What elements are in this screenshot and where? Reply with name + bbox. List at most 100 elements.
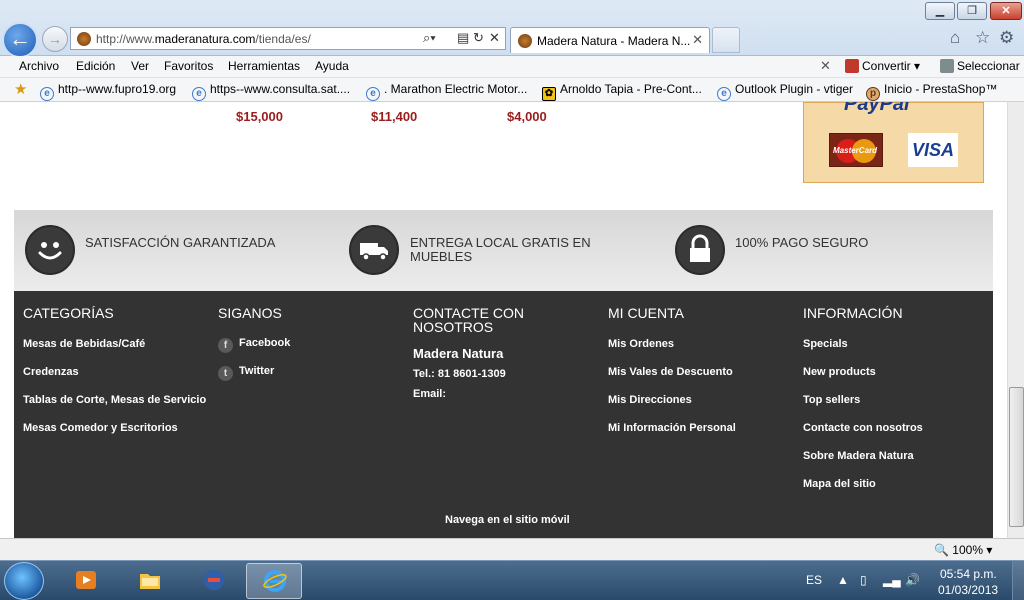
- prestashop-icon: p: [866, 87, 880, 101]
- network-icon[interactable]: ▂▄: [883, 573, 901, 587]
- footer-follow-title: SIGANOS: [218, 305, 282, 321]
- tab-title: Madera Natura - Madera N...: [537, 34, 691, 48]
- footer-contact-email: Email:: [413, 388, 447, 400]
- footer-link-sobre[interactable]: Sobre Madera Natura: [803, 450, 914, 462]
- footer-account-title: MI CUENTA: [608, 305, 684, 321]
- battery-icon[interactable]: ▯: [860, 573, 867, 587]
- forward-button[interactable]: →: [42, 26, 68, 52]
- start-button[interactable]: [4, 562, 44, 600]
- paw-icon: ✿: [542, 87, 556, 101]
- show-hidden-icons[interactable]: ▲: [837, 573, 849, 587]
- taskbar-explorer[interactable]: [122, 563, 178, 599]
- windows-taskbar: ES ▲ ▯ ▂▄ 🔊 05:54 p.m. 01/03/2013: [0, 560, 1024, 600]
- footer-link-facebook[interactable]: f Facebook: [218, 337, 290, 353]
- footer-contact-phone: Tel.: 81 8601-1309: [413, 368, 506, 380]
- fav-consulta-sat[interactable]: e https--www.consulta.sat....: [192, 82, 350, 101]
- clock-time[interactable]: 05:54 p.m.: [940, 567, 997, 581]
- ie-page-icon: e: [717, 87, 731, 101]
- footer-contact-title: CONTACTE CON NOSOTROS: [413, 305, 524, 335]
- address-bar[interactable]: http://www.maderanatura.com/tienda/es/ ⌕…: [70, 27, 506, 50]
- page-viewport: $15,000 $11,400 $4,000 PayPal MasterCard…: [0, 102, 1007, 538]
- footer-link-contacte[interactable]: Contacte con nosotros: [803, 422, 923, 434]
- back-button[interactable]: ←: [2, 22, 38, 58]
- scrollbar-thumb[interactable]: [1009, 387, 1024, 527]
- tab-favicon-icon: [518, 34, 532, 48]
- footer-link-mesas-bebidas[interactable]: Mesas de Bebidas/Café: [23, 338, 145, 350]
- favorites-add-icon[interactable]: ★: [14, 80, 27, 98]
- media-player-icon: [76, 571, 96, 589]
- tab-madera-natura[interactable]: Madera Natura - Madera N... ✕: [510, 27, 710, 53]
- language-indicator[interactable]: ES: [806, 573, 822, 587]
- fav-arnoldo-tapia[interactable]: ✿ Arnoldo Tapia - Pre-Cont...: [542, 82, 702, 101]
- folder-icon: [140, 574, 160, 589]
- footer-link-credenzas[interactable]: Credenzas: [23, 366, 79, 378]
- menu-edicion[interactable]: Edición: [76, 59, 115, 73]
- favorites-star-icon[interactable]: ☆: [975, 28, 990, 48]
- footer-link-new-products[interactable]: New products: [803, 366, 876, 378]
- footer-link-mesas-comedor[interactable]: Mesas Comedor y Escritorios: [23, 422, 178, 434]
- footer-link-specials[interactable]: Specials: [803, 338, 848, 350]
- truck-icon: [349, 225, 399, 275]
- tab-close-icon[interactable]: ✕: [692, 32, 703, 48]
- close-window-button[interactable]: ✕: [990, 2, 1022, 20]
- favorites-bar: ★ e http--www.fupro19.org e https--www.con…: [0, 78, 1024, 102]
- convert-button[interactable]: Convertir ▾: [845, 59, 920, 73]
- footer-link-twitter[interactable]: t Twitter: [218, 365, 274, 381]
- footer-contact-name: Madera Natura: [413, 346, 504, 361]
- taskbar-media-player[interactable]: [58, 563, 114, 599]
- menu-archivo[interactable]: Archivo: [19, 59, 59, 73]
- tools-gear-icon[interactable]: ⚙: [999, 28, 1014, 48]
- footer-link-tablas-corte[interactable]: Tablas de Corte, Mesas de Servicio: [23, 394, 206, 406]
- menu-favoritos[interactable]: Favoritos: [164, 59, 213, 73]
- ie-page-icon: e: [366, 87, 380, 101]
- fav-fupro19[interactable]: e http--www.fupro19.org: [40, 82, 176, 101]
- close-toolbar-icon[interactable]: ✕: [820, 58, 831, 74]
- page-scrollbar[interactable]: [1007, 102, 1024, 538]
- taskbar-app[interactable]: [186, 563, 242, 599]
- home-icon[interactable]: ⌂: [950, 28, 960, 48]
- new-tab-button[interactable]: [712, 27, 740, 53]
- zoom-control[interactable]: 🔍 100% ▾: [934, 543, 992, 557]
- footer-link-mis-ordenes[interactable]: Mis Ordenes: [608, 338, 674, 350]
- minimize-button[interactable]: ▁: [925, 2, 955, 20]
- site-favicon-icon: [77, 32, 91, 46]
- refresh-icon[interactable]: ↻: [473, 30, 484, 46]
- menu-ver[interactable]: Ver: [131, 59, 149, 73]
- mastercard-logo: MasterCard: [829, 133, 883, 167]
- footer-link-direcciones[interactable]: Mis Direcciones: [608, 394, 692, 406]
- feature-delivery-text: ENTREGA LOCAL GRATIS EN MUEBLES: [410, 235, 591, 264]
- fav-outlook-plugin[interactable]: e Outlook Plugin - vtiger: [717, 82, 853, 101]
- select-button[interactable]: Seleccionar: [940, 59, 1020, 73]
- footer-link-vales-descuento[interactable]: Mis Vales de Descuento: [608, 366, 733, 378]
- fav-prestashop[interactable]: p Inicio - PrestaShop™: [866, 82, 997, 101]
- stop-icon[interactable]: ✕: [489, 30, 500, 46]
- ie-page-icon: e: [192, 87, 206, 101]
- lock-icon: [675, 225, 725, 275]
- product-price: $15,000: [236, 109, 283, 124]
- maximize-button[interactable]: ❐: [957, 2, 987, 20]
- address-url[interactable]: http://www.maderanatura.com/tienda/es/: [96, 32, 311, 46]
- facebook-icon: f: [218, 338, 233, 353]
- footer-link-info-personal[interactable]: Mi Información Personal: [608, 422, 736, 434]
- compat-view-icon[interactable]: ▤: [457, 30, 469, 46]
- select-icon: [940, 59, 954, 73]
- footer-link-mapa[interactable]: Mapa del sitio: [803, 478, 876, 490]
- feature-secure-text: 100% PAGO SEGURO: [735, 235, 869, 250]
- ie-page-icon: e: [40, 87, 54, 101]
- product-price: $4,000: [507, 109, 547, 124]
- menu-ayuda[interactable]: Ayuda: [315, 59, 349, 73]
- taskbar-internet-explorer[interactable]: [246, 563, 302, 599]
- footer-link-top-sellers[interactable]: Top sellers: [803, 394, 860, 406]
- browser-titlebar: ▁ ❐ ✕ ← → http://www.maderanatura.com/ti…: [0, 0, 1024, 58]
- clock-date[interactable]: 01/03/2013: [938, 583, 998, 597]
- menu-herramientas[interactable]: Herramientas: [228, 59, 300, 73]
- search-icon[interactable]: ⌕▾: [423, 30, 436, 46]
- paypal-logo: PayPal: [844, 102, 910, 115]
- feature-satisfaction-text: SATISFACCIÓN GARANTIZADA: [85, 235, 276, 250]
- smiley-icon: [25, 225, 75, 275]
- show-desktop-button[interactable]: [1012, 561, 1024, 600]
- fav-marathon[interactable]: e. Marathon Electric Motor...: [366, 82, 527, 101]
- mobile-site-link[interactable]: Navega en el sitio móvil: [445, 514, 570, 526]
- volume-icon[interactable]: 🔊: [905, 573, 920, 587]
- app-icon: [204, 570, 224, 590]
